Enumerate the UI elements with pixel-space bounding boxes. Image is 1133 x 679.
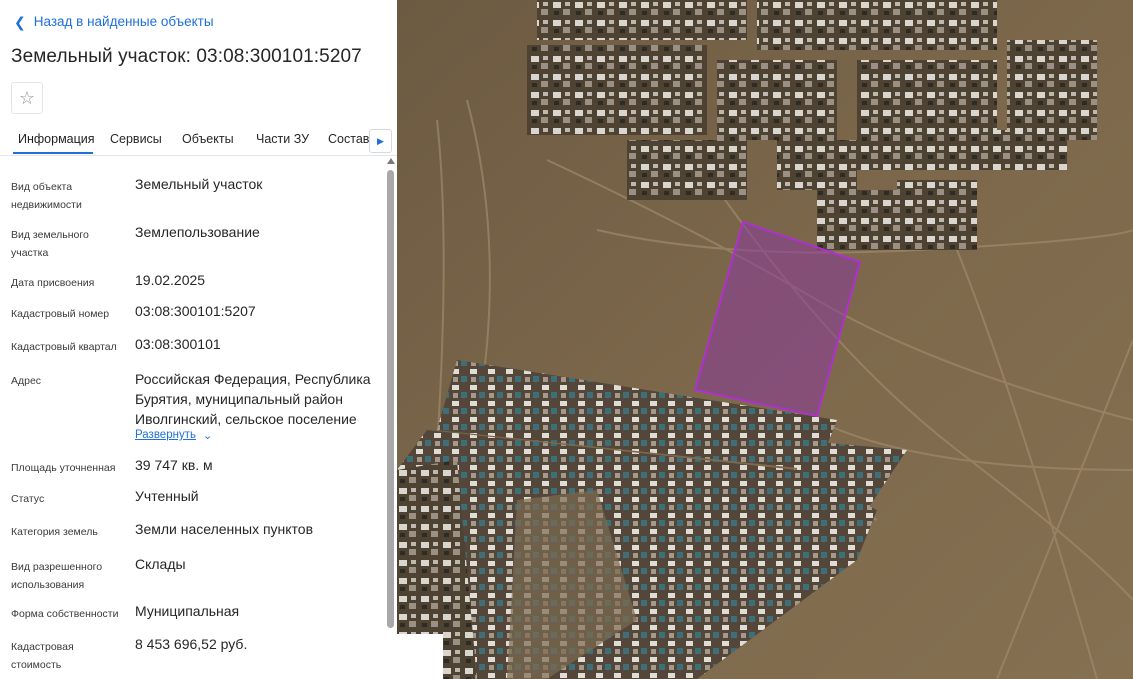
property-value: Учтенный	[135, 488, 199, 504]
chevron-right-icon: ▶	[377, 135, 384, 146]
favorite-button[interactable]: ☆	[11, 82, 43, 114]
property-label: Категория земель	[11, 526, 98, 538]
property-value: Российская Федерация, Республика Бурятия…	[135, 371, 371, 427]
property-value: 8 453 696,52 руб.	[135, 636, 248, 652]
property-label: Вид земельного участка	[11, 229, 89, 259]
back-to-results-link[interactable]: ❮ Назад в найденные объекты	[14, 14, 214, 29]
tab-land-parts[interactable]: Части ЗУ	[256, 132, 309, 146]
scrollbar-thumb[interactable]	[387, 170, 394, 628]
property-label: Адрес	[11, 375, 42, 387]
expand-address-link[interactable]: Развернуть	[135, 429, 196, 441]
map-canvas[interactable]	[397, 0, 1133, 679]
chevron-down-icon[interactable]: ⌄	[203, 429, 212, 442]
map-corner-blank	[397, 634, 443, 679]
page-title: Земельный участок: 03:08:300101:5207	[11, 46, 362, 67]
property-label: Площадь уточненная	[11, 462, 116, 474]
tab-information[interactable]: Информация	[18, 132, 95, 146]
property-label: Кадастровый номер	[11, 308, 110, 320]
property-value: Землепользование	[135, 224, 260, 240]
property-value: 39 747 кв. м	[135, 457, 213, 473]
property-label: Вид объекта недвижимости	[11, 181, 82, 211]
property-value: 03:08:300101	[135, 336, 221, 352]
property-value: Земли населенных пунктов	[135, 521, 314, 537]
chevron-left-icon: ❮	[14, 13, 26, 30]
info-panel: ❮ Назад в найденные объекты Земельный уч…	[0, 0, 397, 679]
tab-objects[interactable]: Объекты	[182, 132, 234, 146]
satellite-map[interactable]	[397, 0, 1133, 679]
scroll-up-arrow-icon[interactable]	[387, 158, 395, 164]
property-label: Кадастровый квартал	[11, 341, 117, 353]
property-label: Дата присвоения	[11, 277, 95, 289]
property-label: Форма собственности	[11, 608, 119, 620]
star-outline-icon: ☆	[18, 87, 36, 108]
property-value: 03:08:300101:5207	[135, 303, 256, 319]
property-value: 19.02.2025	[135, 272, 206, 288]
property-label: Вид разрешенного использования	[11, 561, 103, 591]
tab-composition[interactable]: Состав	[328, 132, 369, 146]
property-label: Статус	[11, 493, 45, 505]
tabs-next-button[interactable]: ▶	[369, 129, 392, 153]
active-tab-indicator	[13, 152, 93, 154]
tab-services[interactable]: Сервисы	[110, 132, 162, 146]
property-value: Склады	[135, 556, 186, 572]
property-value: Муниципальная	[135, 603, 240, 619]
back-link-label: Назад в найденные объекты	[33, 14, 214, 29]
property-value: Земельный участок	[135, 176, 263, 192]
property-label: Кадастровая стоимость	[11, 641, 74, 671]
